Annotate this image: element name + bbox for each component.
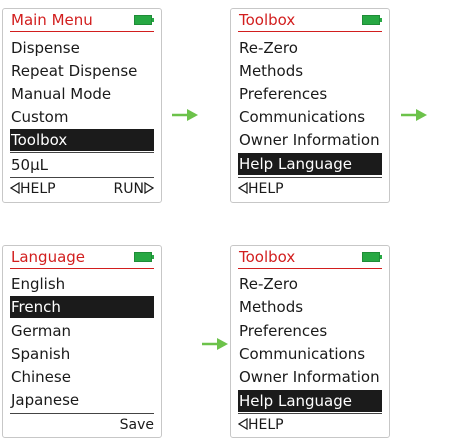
screen-header: Main Menu	[10, 9, 154, 32]
flow-arrow-icon	[401, 109, 427, 121]
menu-item-owner-information[interactable]: Owner Information	[238, 129, 382, 151]
help-softkey[interactable]: HELP	[238, 179, 284, 199]
menu-item-repeat-dispense[interactable]: Repeat Dispense	[10, 60, 154, 82]
left-triangle-icon	[10, 182, 20, 194]
menu-item-communications[interactable]: Communications	[238, 343, 382, 365]
flow-arrow-icon	[202, 338, 228, 350]
screen-header: Toolbox	[238, 246, 382, 269]
divider	[10, 413, 154, 414]
screen-title: Language	[11, 248, 86, 266]
divider	[10, 152, 154, 153]
language-option-japanese[interactable]: Japanese	[10, 389, 154, 411]
help-label: HELP	[248, 417, 284, 433]
battery-icon	[134, 15, 154, 25]
menu-item-toolbox[interactable]: Toolbox	[10, 129, 154, 151]
flow-arrow-icon	[172, 109, 198, 121]
menu-item-methods[interactable]: Methods	[238, 296, 382, 318]
screen-title: Main Menu	[11, 11, 93, 29]
main-menu-screen: Main Menu Dispense Repeat Dispense Manua…	[2, 8, 162, 203]
menu-item-dispense[interactable]: Dispense	[10, 37, 154, 59]
menu-item-re-zero[interactable]: Re-Zero	[238, 37, 382, 59]
help-label: HELP	[20, 181, 56, 197]
toolbox-screen: Toolbox Re-Zero Methods Preferences Comm…	[230, 8, 390, 203]
battery-icon	[362, 15, 382, 25]
language-option-french[interactable]: French	[10, 296, 154, 318]
run-softkey[interactable]: RUN	[114, 179, 154, 199]
language-screen: Language English French German Spanish C…	[2, 245, 162, 438]
help-label: HELP	[248, 181, 284, 197]
screen-header: Language	[10, 246, 154, 269]
volume-value: 50µL	[11, 156, 48, 174]
screen-header: Toolbox	[238, 9, 382, 32]
softkey-bar: HELP RUN	[10, 179, 154, 199]
menu-item-manual-mode[interactable]: Manual Mode	[10, 83, 154, 105]
help-softkey[interactable]: HELP	[238, 415, 284, 435]
toolbox-screen: Toolbox Re-Zero Methods Preferences Comm…	[230, 245, 390, 438]
divider	[238, 177, 382, 178]
softkey-bar: HELP	[238, 415, 382, 435]
language-option-spanish[interactable]: Spanish	[10, 343, 154, 365]
language-option-german[interactable]: German	[10, 320, 154, 342]
help-softkey[interactable]: HELP	[10, 179, 56, 199]
menu-item-communications[interactable]: Communications	[238, 106, 382, 128]
screen-title: Toolbox	[239, 248, 296, 266]
menu-item-preferences[interactable]: Preferences	[238, 83, 382, 105]
language-option-english[interactable]: English	[10, 273, 154, 295]
menu-item-custom[interactable]: Custom	[10, 106, 154, 128]
run-label: RUN	[113, 181, 144, 197]
menu-item-re-zero[interactable]: Re-Zero	[238, 273, 382, 295]
battery-icon	[134, 252, 154, 262]
right-triangle-icon	[144, 182, 154, 194]
menu-item-help-language[interactable]: Help Language	[238, 390, 382, 412]
screen-title: Toolbox	[239, 11, 296, 29]
divider	[238, 413, 382, 414]
left-triangle-icon	[238, 418, 248, 430]
menu-item-owner-information[interactable]: Owner Information	[238, 366, 382, 388]
language-option-chinese[interactable]: Chinese	[10, 366, 154, 388]
left-triangle-icon	[238, 182, 248, 194]
save-softkey[interactable]: Save	[120, 415, 154, 435]
menu-item-help-language[interactable]: Help Language	[238, 153, 382, 175]
softkey-bar: Save	[10, 415, 154, 435]
battery-icon	[362, 252, 382, 262]
divider	[10, 177, 154, 178]
menu-item-preferences[interactable]: Preferences	[238, 320, 382, 342]
menu-item-methods[interactable]: Methods	[238, 60, 382, 82]
softkey-bar: HELP	[238, 179, 382, 199]
